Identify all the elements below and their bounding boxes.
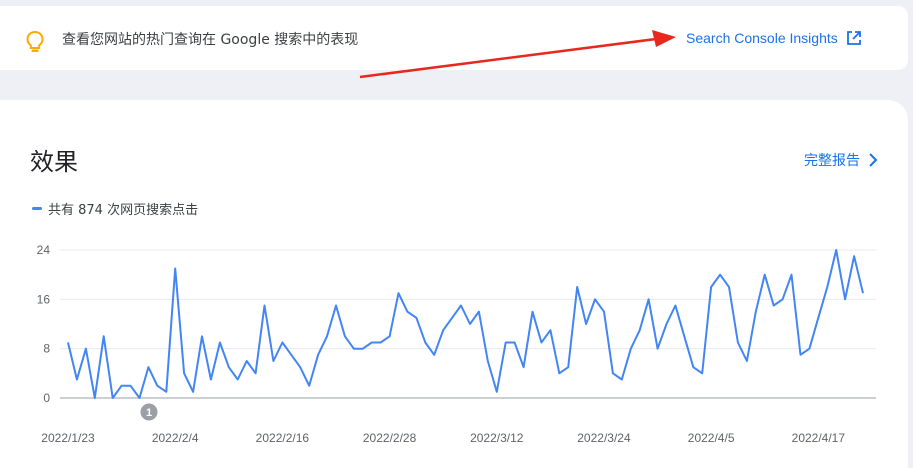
y-tick-label: 8 [43, 342, 50, 356]
x-tick-label: 2022/2/4 [152, 431, 199, 445]
series-line [67, 249, 864, 399]
banner-text: 查看您网站的热门查询在 Google 搜索中的表现 [62, 32, 359, 48]
performance-title: 效果 [30, 148, 78, 176]
open-in-new-icon [846, 31, 861, 45]
full-report-label: 完整报告 [804, 153, 860, 169]
annotation-marker-label: 1 [146, 407, 152, 419]
clicks-line-chart: 0 8 16 24 2022/1/23 2022/2/4 2022/2/16 2022/2/2… [37, 243, 876, 445]
x-tick-label: 2022/1/23 [41, 431, 95, 445]
lightbulb-icon [26, 30, 44, 52]
insights-banner: 查看您网站的热门查询在 Google 搜索中的表现 Search Console… [0, 6, 908, 70]
x-tick-label: 2022/2/16 [256, 431, 310, 445]
legend-label: 共有 874 次网页搜索点击 [48, 203, 199, 218]
y-tick-label: 16 [37, 292, 51, 306]
x-tick-label: 2022/4/5 [688, 431, 735, 445]
insights-link-label: Search Console Insights [686, 30, 838, 46]
legend-swatch [32, 207, 42, 210]
y-tick-label: 0 [43, 391, 50, 405]
y-tick-label: 24 [37, 243, 51, 257]
x-tick-label: 2022/2/28 [363, 431, 417, 445]
full-report-link[interactable]: 完整报告 [804, 150, 878, 170]
x-tick-label: 2022/3/24 [577, 431, 631, 445]
chevron-right-icon [869, 153, 878, 167]
x-tick-label: 2022/4/17 [792, 431, 846, 445]
chart-legend: 共有 874 次网页搜索点击 [32, 199, 198, 218]
x-tick-label: 2022/3/12 [470, 431, 524, 445]
search-console-insights-link[interactable]: Search Console Insights [686, 30, 862, 46]
